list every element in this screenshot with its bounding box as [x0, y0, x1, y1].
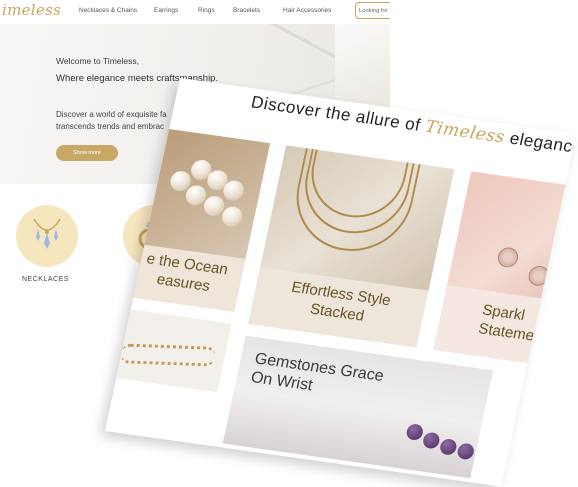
show-more-button[interactable]: Show more	[56, 145, 118, 161]
search-input[interactable]: Looking for	[355, 2, 390, 19]
earring	[496, 246, 520, 269]
feature-title-text: elegance	[507, 128, 577, 158]
nav-necklaces-chains[interactable]: Necklaces & Chains	[79, 7, 137, 14]
card-stacked-chains[interactable]: Effortless Style Stacked	[248, 145, 455, 348]
site-logo[interactable]: imeless	[2, 1, 61, 19]
top-nav: imeless Necklaces & Chains Earrings Ring…	[0, 0, 390, 25]
hero-welcome: Welcome to Timeless,	[56, 56, 139, 66]
card-label: Gemstones Grace On Wrist	[249, 350, 386, 395]
chain	[285, 145, 423, 259]
earring	[526, 264, 551, 288]
category-necklaces[interactable]	[16, 205, 78, 267]
pearl	[220, 205, 245, 228]
amethyst-bead	[405, 423, 425, 442]
amethyst-bead	[438, 437, 458, 456]
card-sparkle-earrings[interactable]: Sparkl Stateme	[433, 171, 577, 367]
nav-rings[interactable]: Rings	[198, 7, 215, 14]
nav-bracelets[interactable]: Bracelets	[233, 7, 260, 14]
category-label: NECKLACES	[22, 276, 69, 283]
feature-panel: Discover the allure of Timeless elegance…	[104, 78, 577, 487]
layered-chain-photo	[260, 145, 455, 291]
feature-title-brand: Timeless	[423, 116, 507, 148]
gold-bracelet-photo	[120, 343, 216, 367]
card-gemstone-bracelet[interactable]: Gemstones Grace On Wrist	[222, 335, 494, 479]
rose-earrings-photo	[447, 171, 577, 302]
nav-earrings[interactable]: Earrings	[154, 7, 178, 14]
nav-hair-accessories[interactable]: Hair Accessories	[283, 7, 331, 14]
amethyst-bead	[456, 442, 476, 461]
amethyst-bead	[421, 431, 441, 450]
necklace-icon	[33, 218, 61, 249]
